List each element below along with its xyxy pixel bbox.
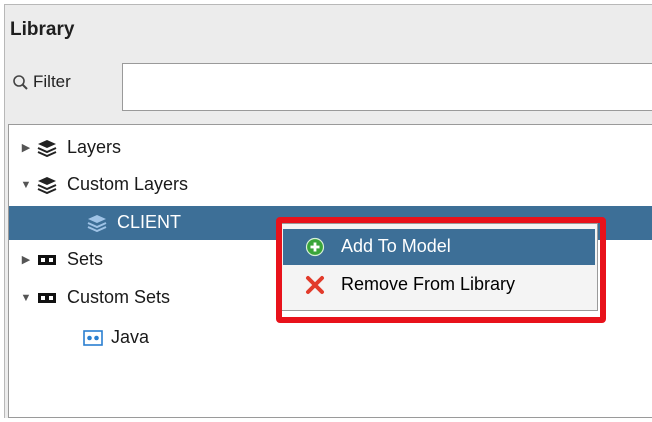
panel-title: Library [10,19,75,40]
expand-arrow-icon[interactable]: ▶ [19,253,33,267]
tree-item-label: Java [111,327,150,347]
tree-item-label: CLIENT [117,212,182,232]
tree-item-java[interactable]: Java [9,321,652,355]
set-icon [38,255,56,265]
expand-arrow-icon[interactable]: ▶ [19,141,33,155]
layers-stack-icon [37,140,57,157]
collapse-arrow-icon[interactable]: ▼ [19,291,33,305]
menu-item-remove-from-library[interactable]: Remove From Library [283,267,595,303]
set-icon [38,293,56,303]
filter-input[interactable] [122,63,652,111]
menu-item-label: Add To Model [341,236,451,256]
add-green-icon [305,237,325,257]
set-item-icon [83,330,103,346]
layers-stack-icon [37,177,57,194]
menu-item-label: Remove From Library [341,274,516,294]
context-menu: Add To Model Remove From Library [280,223,598,311]
search-icon [13,75,28,90]
tree-item-label: Custom Sets [67,287,171,307]
layer-icon [87,215,107,232]
collapse-arrow-icon[interactable]: ▼ [19,178,33,192]
filter-row: Filter [11,63,652,113]
tree-item-layers[interactable]: ▶ Layers [9,131,652,165]
tree-item-label: Layers [67,137,122,157]
tree-item-label: Sets [67,249,104,269]
tree-item-label: Custom Layers [67,174,189,194]
tree-item-custom-layers[interactable]: ▼ Custom Layers [9,168,652,202]
remove-red-x-icon [306,276,324,294]
menu-item-add-to-model[interactable]: Add To Model [283,229,595,265]
filter-label: Filter [33,72,71,91]
